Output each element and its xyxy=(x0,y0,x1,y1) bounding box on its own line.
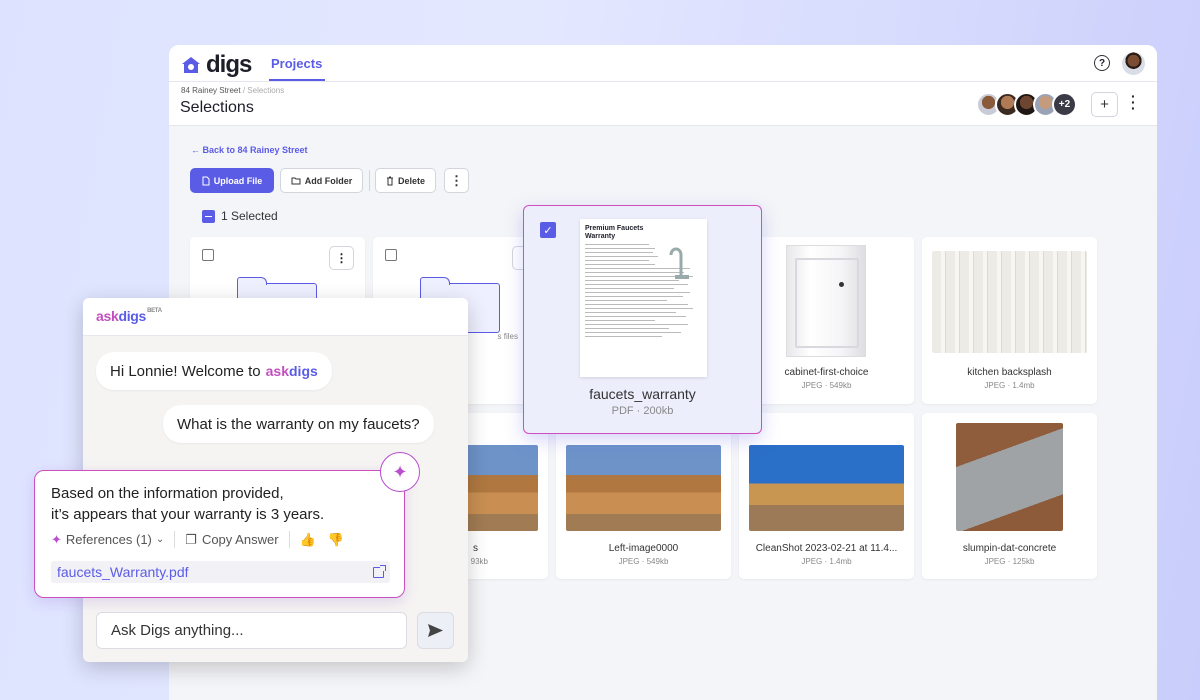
askdigs-logo: askdigsBETA xyxy=(96,308,162,324)
thumbs-down-icon[interactable]: 👎 xyxy=(328,532,344,548)
chat-header: askdigsBETA xyxy=(83,298,468,336)
upload-file-button[interactable]: Upload File xyxy=(190,168,274,193)
user-avatar[interactable] xyxy=(1122,52,1145,75)
card-checkbox[interactable] xyxy=(385,249,397,261)
deselect-checkbox[interactable] xyxy=(202,209,215,223)
references-toggle[interactable]: References (1) xyxy=(66,532,152,547)
file-name: faucets_warranty xyxy=(589,386,696,402)
external-link-icon[interactable] xyxy=(373,564,386,578)
answer-actions: ✦ References (1) ⌄ ❐ Copy Answer 👍 👎 xyxy=(51,531,356,548)
file-meta: JPEG · 1.4mb xyxy=(801,557,852,566)
send-icon xyxy=(428,624,443,637)
add-folder-label: Add Folder xyxy=(304,175,353,186)
chevron-down-icon[interactable]: ⌄ xyxy=(156,534,164,545)
file-thumbnail xyxy=(932,251,1087,353)
file-card[interactable]: CleanShot 2023-02-21 at 11.4... JPEG · 1… xyxy=(739,413,914,579)
faucet-illustration xyxy=(669,247,689,279)
user-message-bubble: What is the warranty on my faucets? xyxy=(163,405,434,443)
toolbar-more-button[interactable]: ⋮ xyxy=(444,168,469,193)
folder-icon xyxy=(291,177,301,184)
tab-projects[interactable]: Projects xyxy=(271,56,322,71)
reference-file-name[interactable]: faucets_Warranty.pdf xyxy=(57,564,189,580)
assistant-answer-card: Based on the information provided, it’s … xyxy=(34,470,405,598)
user-question-text: What is the warranty on my faucets? xyxy=(177,415,420,433)
delete-button[interactable]: Delete xyxy=(375,168,436,193)
file-thumbnail xyxy=(786,245,866,357)
answer-text: Based on the information provided, it’s … xyxy=(51,485,325,523)
file-meta: JPEG · 1.4mb xyxy=(984,381,1035,390)
sparkle-icon: ✦ xyxy=(51,531,62,547)
selected-file-card[interactable]: ✓ Premium Faucets Warranty faucets_warra… xyxy=(523,205,762,434)
delete-label: Delete xyxy=(397,175,425,186)
pdf-preview-title: Premium Faucets Warranty xyxy=(585,225,644,240)
collaborator-avatars[interactable]: +2 xyxy=(976,92,1077,117)
digs-logo[interactable]: digs xyxy=(181,51,252,79)
reference-file-link[interactable]: faucets_Warranty.pdf xyxy=(51,561,390,583)
page-title: Selections xyxy=(180,99,254,116)
copy-icon[interactable]: ❐ xyxy=(185,532,197,548)
pdf-preview: Premium Faucets Warranty xyxy=(580,219,707,377)
ai-sparkle-icon: ✦ xyxy=(380,452,420,492)
add-folder-button[interactable]: Add Folder xyxy=(280,168,363,193)
file-meta: JPEG · 125kb xyxy=(984,557,1035,566)
file-name: cabinet-first-choice xyxy=(784,367,869,378)
breadcrumb-parent[interactable]: 84 Rainey Street xyxy=(181,86,241,95)
file-card[interactable]: kitchen backsplash JPEG · 1.4mb xyxy=(922,237,1097,404)
file-meta: JPEG · 549kb xyxy=(618,557,669,566)
file-thumbnail xyxy=(566,445,721,531)
add-collaborator-button[interactable]: + xyxy=(1091,92,1118,117)
breadcrumb-current: Selections xyxy=(247,86,285,95)
trash-icon xyxy=(386,176,393,185)
ask-input[interactable]: Ask Digs anything... xyxy=(96,612,407,649)
file-name: kitchen backsplash xyxy=(967,367,1052,378)
file-thumbnail xyxy=(956,423,1063,531)
back-link[interactable]: ← Back to 84 Rainey Street xyxy=(191,145,308,155)
send-button[interactable] xyxy=(417,612,454,649)
card-checkbox[interactable] xyxy=(202,249,214,261)
home-cloud-icon xyxy=(182,57,200,73)
beta-badge: BETA xyxy=(147,308,162,314)
help-icon[interactable]: ? xyxy=(1094,55,1110,71)
card-menu-button[interactable]: ⋮ xyxy=(329,246,354,270)
selection-indicator[interactable]: 1 Selected xyxy=(202,209,278,223)
selection-count: 1 Selected xyxy=(221,209,278,223)
assistant-greeting-bubble: Hi Lonnie! Welcome to askdigs xyxy=(96,352,332,390)
breadcrumb-separator: / xyxy=(242,86,246,95)
avatars-more-badge[interactable]: +2 xyxy=(1052,92,1077,117)
copy-answer-button[interactable]: Copy Answer xyxy=(202,532,279,547)
toolbar-divider xyxy=(369,170,370,191)
tab-underline xyxy=(269,79,325,81)
file-name: slumpin-dat-concrete xyxy=(962,543,1057,554)
thumbs-up-icon[interactable]: 👍 xyxy=(300,532,316,548)
file-thumbnail xyxy=(749,445,904,531)
file-meta: PDF · 200kb xyxy=(611,405,674,417)
breadcrumb: 84 Rainey Street / Selections xyxy=(181,86,284,95)
page-header: 84 Rainey Street / Selections Selections… xyxy=(169,82,1157,126)
file-icon xyxy=(202,176,210,185)
greeting-text: Hi Lonnie! Welcome to xyxy=(110,362,261,380)
card-checkbox-checked[interactable]: ✓ xyxy=(540,222,556,238)
upload-file-label: Upload File xyxy=(213,175,263,186)
logo-text: digs xyxy=(206,51,252,78)
file-card[interactable]: slumpin-dat-concrete JPEG · 125kb xyxy=(922,413,1097,579)
more-options-icon[interactable]: · · · xyxy=(1131,89,1137,115)
file-name: Left-image0000 xyxy=(608,543,679,554)
top-bar: digs Projects ? xyxy=(169,45,1157,82)
file-card[interactable]: cabinet-first-choice JPEG · 549kb xyxy=(739,237,914,404)
file-name: CleanShot 2023-02-21 at 11.4... xyxy=(755,543,898,554)
file-meta: JPEG · 549kb xyxy=(801,381,852,390)
file-card[interactable]: Left-image0000 JPEG · 549kb xyxy=(556,413,731,579)
